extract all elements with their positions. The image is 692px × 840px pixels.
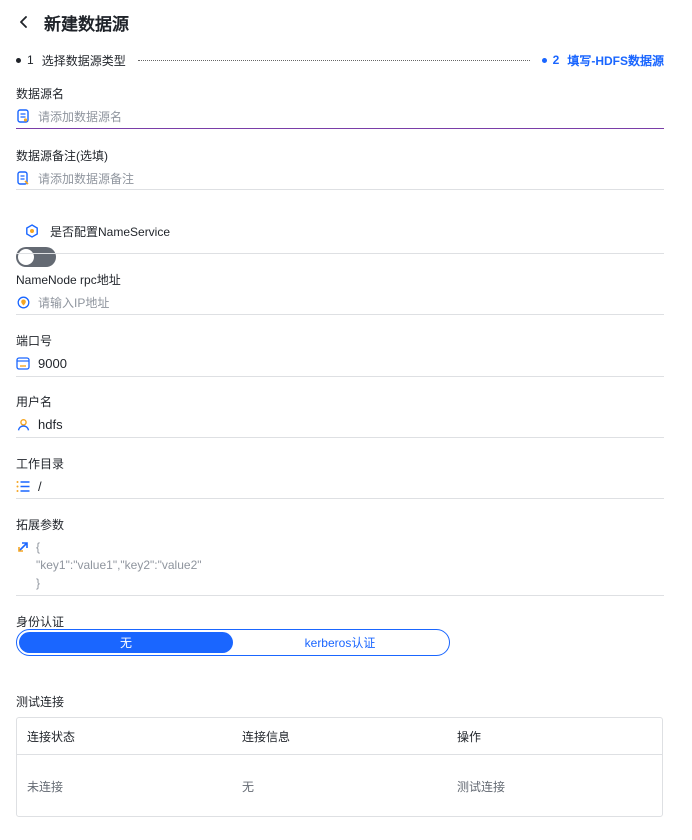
input-underline bbox=[16, 437, 664, 438]
workdir-input[interactable]: / bbox=[16, 478, 664, 494]
column-header: 操作 bbox=[457, 729, 482, 744]
input-underline bbox=[16, 128, 664, 129]
location-pin-icon bbox=[16, 295, 30, 309]
step-1: 1 选择数据源类型 bbox=[16, 52, 126, 69]
workdir-value: / bbox=[38, 478, 42, 494]
namenode-rpc-input[interactable]: 请输入IP地址 bbox=[16, 294, 664, 310]
field-label: 数据源名 bbox=[16, 87, 65, 101]
nameservice-toggle[interactable] bbox=[16, 247, 56, 267]
input-underline bbox=[16, 314, 664, 315]
auth-option-none[interactable]: 无 bbox=[19, 632, 233, 653]
datasource-name-field: 数据源名 请添加数据源名 bbox=[16, 86, 664, 130]
extra-params-field: 拓展参数 { "key1":"value1","key2":"value2" } bbox=[16, 517, 664, 597]
test-connection-title: 测试连接 bbox=[16, 695, 65, 709]
step-dot bbox=[16, 57, 21, 63]
step-label: 选择数据源类型 bbox=[41, 53, 126, 68]
step-2: 2 填写-HDFS数据源 bbox=[541, 52, 664, 69]
input-underline bbox=[16, 376, 664, 377]
field-label: 用户名 bbox=[16, 395, 53, 409]
nameservice-label: 是否配置NameService bbox=[50, 224, 171, 239]
user-icon bbox=[16, 417, 30, 431]
field-label: 工作目录 bbox=[16, 457, 65, 471]
input-underline bbox=[16, 498, 664, 499]
test-connection-action[interactable]: 测试连接 bbox=[447, 778, 662, 795]
nameservice-row: 是否配置NameService bbox=[16, 218, 664, 267]
field-label: NameNode rpc地址 bbox=[16, 273, 121, 287]
keyboard-icon bbox=[16, 356, 30, 370]
table-row: 未连接 无 测试连接 bbox=[17, 754, 662, 818]
datasource-remark-field: 数据源备注(选填) 请添加数据源备注 bbox=[16, 148, 664, 192]
step-label: 填写-HDFS数据源 bbox=[567, 53, 664, 68]
step-number: 2 bbox=[552, 53, 560, 67]
field-label: 端口号 bbox=[16, 334, 53, 348]
back-arrow-icon[interactable] bbox=[16, 14, 32, 30]
username-input[interactable]: hdfs bbox=[16, 416, 664, 432]
datasource-remark-input[interactable]: 请添加数据源备注 bbox=[16, 170, 664, 186]
step-connector bbox=[137, 59, 530, 61]
page-header: 新建数据源 bbox=[16, 8, 129, 36]
step-indicator: 1 选择数据源类型 2 填写-HDFS数据源 bbox=[16, 52, 664, 68]
column-header: 连接状态 bbox=[27, 729, 76, 744]
settings-icon bbox=[25, 224, 39, 238]
input-underline bbox=[16, 189, 664, 190]
expand-arrow-icon bbox=[16, 540, 30, 554]
port-field: 端口号 9000 bbox=[16, 333, 664, 377]
params-line: { bbox=[36, 540, 41, 554]
field-label: 数据源备注(选填) bbox=[16, 149, 108, 163]
username-value: hdfs bbox=[38, 416, 63, 432]
toggle-knob bbox=[18, 249, 34, 265]
step-number: 1 bbox=[27, 53, 34, 67]
username-field: 用户名 hdfs bbox=[16, 394, 664, 438]
params-line: "key1":"value1","key2":"value2" bbox=[36, 558, 202, 572]
port-input[interactable]: 9000 bbox=[16, 355, 664, 371]
note-icon bbox=[16, 171, 30, 185]
workdir-field: 工作目录 / bbox=[16, 456, 664, 500]
extra-params-input[interactable]: { "key1":"value1","key2":"value2" } bbox=[16, 540, 664, 592]
row-divider bbox=[16, 253, 664, 254]
list-icon bbox=[16, 479, 30, 493]
table-header: 连接状态 连接信息 操作 bbox=[17, 718, 662, 754]
connection-table: 连接状态 连接信息 操作 未连接 无 测试连接 bbox=[16, 717, 663, 817]
column-header: 连接信息 bbox=[242, 729, 291, 744]
auth-segmented-control: 无 kerberos认证 bbox=[16, 629, 450, 656]
input-placeholder: 请添加数据源备注 bbox=[38, 171, 135, 186]
page-title: 新建数据源 bbox=[44, 14, 129, 34]
auth-label: 身份认证 bbox=[16, 615, 65, 629]
params-line: } bbox=[36, 576, 41, 590]
step-dot bbox=[541, 57, 547, 63]
datasource-name-input[interactable]: 请添加数据源名 bbox=[16, 108, 664, 124]
port-value: 9000 bbox=[38, 355, 67, 371]
auth-option-kerberos[interactable]: kerberos认证 bbox=[233, 632, 447, 653]
namenode-rpc-field: NameNode rpc地址 请输入IP地址 bbox=[16, 272, 664, 316]
input-placeholder: 请输入IP地址 bbox=[38, 295, 110, 310]
connection-info: 无 bbox=[242, 780, 255, 794]
params-text: { "key1":"value1","key2":"value2" } bbox=[36, 538, 202, 592]
connection-status: 未连接 bbox=[27, 780, 64, 794]
input-underline bbox=[16, 595, 664, 596]
document-icon bbox=[16, 109, 30, 123]
input-placeholder: 请添加数据源名 bbox=[38, 109, 123, 124]
field-label: 拓展参数 bbox=[16, 518, 65, 532]
nameservice-label-row: 是否配置NameService bbox=[16, 218, 664, 244]
